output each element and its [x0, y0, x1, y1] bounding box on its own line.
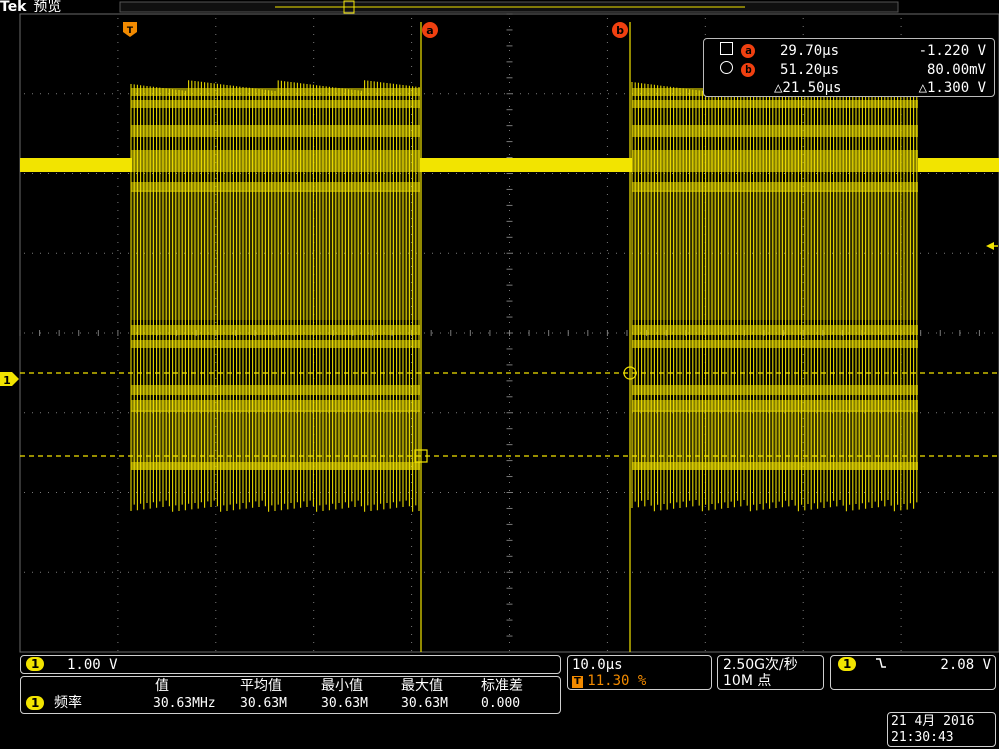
date-display: 21 4月 2016: [891, 714, 975, 729]
svg-text:b: b: [616, 24, 624, 37]
measure-max: 30.63M: [401, 696, 448, 711]
brand-logo: Tek 预览: [0, 0, 61, 15]
sample-rate: 2.50G次/秒: [723, 657, 798, 673]
measure-min: 30.63M: [321, 696, 368, 711]
measure-name: 频率: [54, 695, 82, 711]
trigger-source-badge: 1: [838, 657, 857, 671]
oscilloscope-screen: a b T 1: [0, 0, 999, 653]
circle-icon: [720, 61, 733, 74]
svg-text:1: 1: [3, 374, 11, 387]
measure-header-stddev: 标准差: [481, 678, 523, 694]
svg-text:a: a: [426, 24, 433, 37]
acquisition-panel[interactable]: 2.50G次/秒 10M 点: [717, 655, 824, 690]
datetime-panel[interactable]: 21 4月 2016 21:30:43: [887, 712, 996, 747]
measure-header-value: 值: [155, 678, 169, 694]
measure-header-min: 最小值: [321, 678, 363, 694]
measure-value: 30.63MHz: [153, 696, 216, 711]
falling-edge-icon: [875, 656, 887, 674]
time-display: 21:30:43: [891, 730, 954, 745]
cursor-readout-panel[interactable]: a 29.70µs -1.220 V b 51.20µs 80.00mV △21…: [703, 38, 995, 97]
measurement-panel[interactable]: 值 平均值 最小值 最大值 标准差 1 频率 30.63MHz 30.63M 3…: [20, 676, 561, 714]
trigger-t-icon: T: [572, 676, 583, 688]
trigger-panel[interactable]: 1 2.08 V: [830, 655, 996, 690]
cursor-b-readout-badge: b: [741, 63, 756, 77]
cursor-b-badge[interactable]: b: [612, 22, 628, 38]
trigger-horizontal-position: 11.30 %: [587, 673, 647, 689]
cursor-delta-time: △21.50µs: [774, 80, 842, 96]
cursor-b-time: 51.20µs: [780, 62, 840, 78]
channel-1-scale-panel[interactable]: 1 1.00 V: [20, 655, 561, 674]
record-length: 10M 点: [723, 673, 772, 689]
measure-stddev: 0.000: [481, 696, 521, 711]
cursor-a-time: 29.70µs: [780, 43, 840, 59]
measure-header-max: 最大值: [401, 678, 443, 694]
channel-1-marker[interactable]: 1: [0, 372, 19, 387]
measure-header-mean: 平均值: [240, 678, 282, 694]
timebase-panel[interactable]: 10.0µs T 11.30 %: [567, 655, 712, 690]
cursor-b-row: b: [720, 61, 756, 77]
brand-name: Tek: [0, 0, 27, 15]
measure-channel-badge: 1: [26, 696, 45, 710]
trigger-level: 2.08 V: [940, 657, 991, 673]
mode-label: 预览: [33, 0, 62, 15]
cursor-delta-volt: △1.300 V: [918, 80, 986, 96]
cursor-a-badge[interactable]: a: [422, 22, 438, 38]
trigger-position-row: T 11.30 %: [572, 673, 646, 689]
cursor-a-row: a: [720, 42, 756, 58]
svg-text:T: T: [127, 26, 134, 36]
channel-1-badge: 1: [26, 657, 45, 671]
cursor-a-readout-badge: a: [741, 44, 756, 58]
square-icon: [720, 42, 733, 55]
channel-1-scale: 1.00 V: [67, 657, 118, 673]
measure-mean: 30.63M: [240, 696, 287, 711]
cursor-b-volt: 80.00mV: [926, 62, 986, 78]
horizontal-scale: 10.0µs: [572, 657, 623, 673]
cursor-a-volt: -1.220 V: [918, 43, 986, 59]
